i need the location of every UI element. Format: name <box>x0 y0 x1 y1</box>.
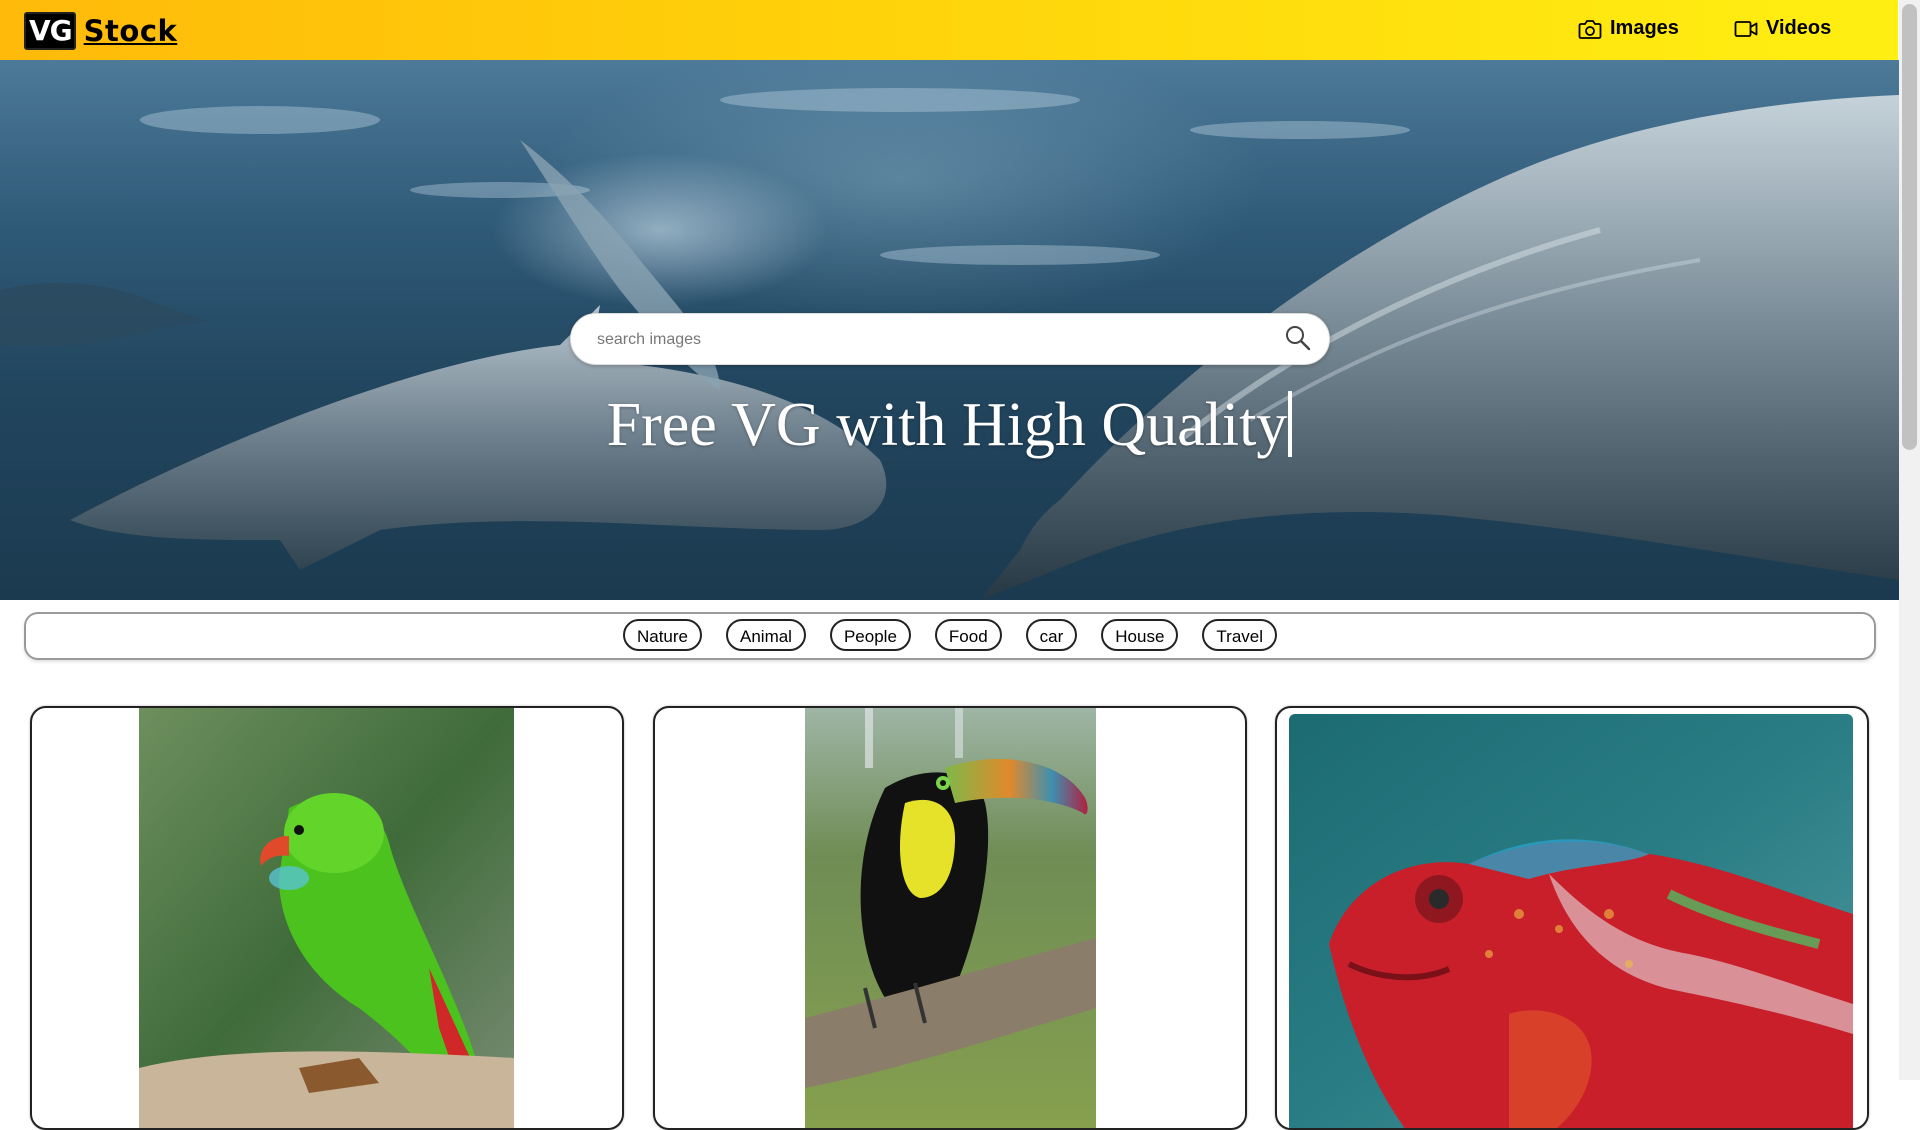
category-car[interactable]: car <box>1025 619 1078 651</box>
category-travel[interactable]: Travel <box>1202 619 1278 651</box>
hero-banner: Free VG with High Quality <box>0 60 1899 600</box>
category-nature[interactable]: Nature <box>622 619 702 651</box>
search-input[interactable] <box>595 314 1269 366</box>
video-camera-icon <box>1734 19 1758 39</box>
search-bar <box>570 313 1330 366</box>
top-navbar: VG Stock Images Videos <box>0 0 1898 60</box>
nav-videos-label: Videos <box>1766 17 1832 39</box>
logo-mark: VG <box>24 12 76 50</box>
category-bar: Nature Animal People Food car House Trav… <box>24 612 1876 660</box>
camera-icon <box>1578 18 1602 40</box>
gallery-card <box>30 706 624 1130</box>
nav-images-label: Images <box>1610 17 1679 39</box>
nav-videos-link[interactable]: Videos <box>1734 17 1831 40</box>
category-animal[interactable]: Animal <box>726 619 806 651</box>
page-scrollbar[interactable] <box>1899 0 1920 1080</box>
gallery-card <box>653 706 1247 1130</box>
hero-title-text: Free VG with High Quality <box>606 391 1288 459</box>
chameleon-photo[interactable] <box>1289 714 1853 1128</box>
logo-text: Stock <box>83 14 178 48</box>
category-house[interactable]: House <box>1101 619 1179 651</box>
scrollbar-thumb[interactable] <box>1902 4 1917 450</box>
hero-headline: Free VG with High Quality <box>0 390 1899 461</box>
nav-images-link[interactable]: Images <box>1578 17 1679 40</box>
category-food[interactable]: Food <box>934 619 1002 651</box>
toucan-photo[interactable] <box>805 708 1096 1128</box>
category-people[interactable]: People <box>829 619 911 651</box>
search-icon[interactable] <box>1284 324 1312 357</box>
logo[interactable]: VG Stock <box>24 12 177 50</box>
parrot-photo[interactable] <box>139 708 514 1128</box>
typing-cursor <box>1288 391 1293 457</box>
gallery-card <box>1275 706 1869 1130</box>
